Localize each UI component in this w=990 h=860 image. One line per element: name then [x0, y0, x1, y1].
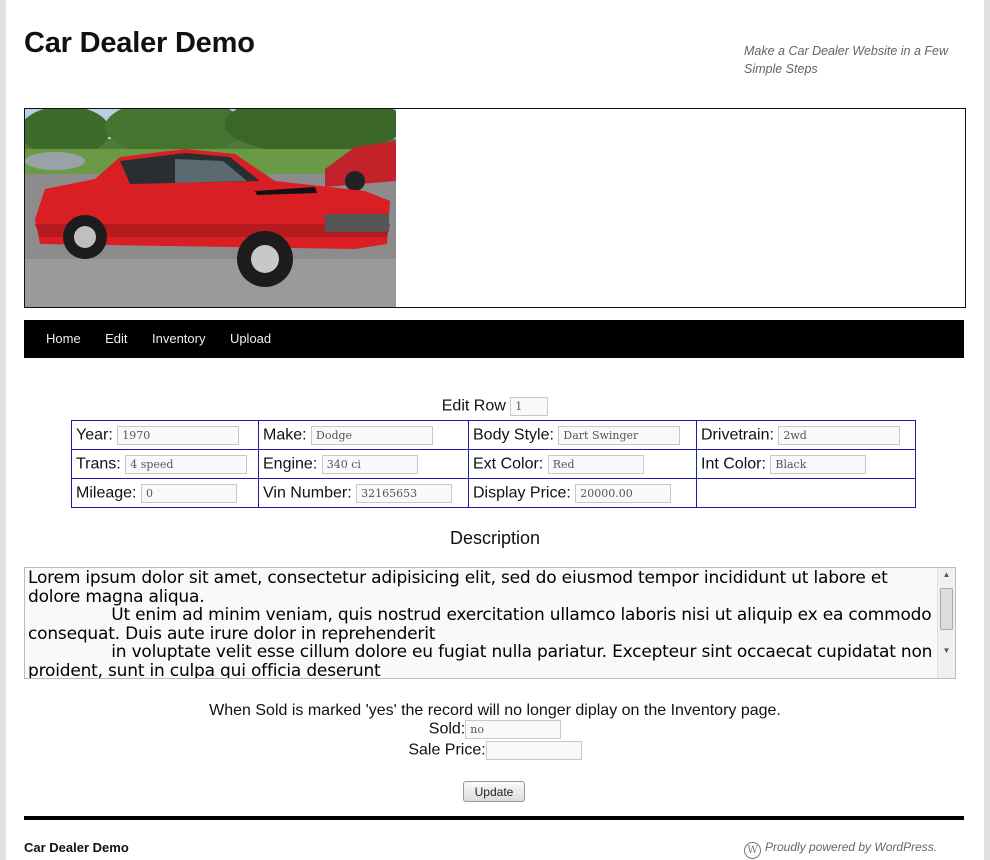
table-cell: Body Style: — [468, 420, 697, 450]
footer-credit[interactable]: W Proudly powered by WordPress. — [744, 840, 937, 859]
engine-input[interactable] — [321, 454, 418, 474]
update-button[interactable]: Update — [463, 781, 525, 802]
mileage-input[interactable] — [140, 483, 237, 503]
footer-credit-text[interactable]: Proudly powered by WordPress. — [765, 840, 937, 854]
sold-note: When Sold is marked 'yes' the record wil… — [209, 702, 781, 719]
table-cell: Engine: — [258, 449, 469, 479]
footer-divider — [24, 816, 964, 820]
table-cell: Drivetrain: — [696, 420, 916, 450]
table-cell-empty — [696, 478, 916, 508]
table-row: Mileage: Vin Number: Display Price: — [71, 478, 916, 508]
edit-row-selector: Edit Row — [6, 397, 984, 416]
mileage-label: Mileage: — [76, 484, 137, 502]
table-cell: Ext Color: — [468, 449, 697, 479]
table-cell: Trans: — [71, 449, 259, 479]
trans-label: Trans: — [76, 455, 121, 473]
table-row: Year: Make: Body Style: Drivetrain: — [71, 420, 916, 450]
sold-input[interactable] — [465, 720, 562, 739]
vin-input[interactable] — [356, 483, 453, 503]
int-color-input[interactable] — [770, 454, 867, 474]
page: Car Dealer Demo Make a Car Dealer Websit… — [6, 0, 984, 860]
int-color-label: Int Color: — [701, 455, 766, 473]
nav-inventory[interactable]: Inventory — [152, 320, 205, 358]
main-nav: Home Edit Inventory Upload — [24, 320, 964, 358]
description-textarea[interactable]: Lorem ipsum dolor sit amet, consectetur … — [24, 567, 956, 679]
sale-price-input[interactable] — [485, 741, 582, 760]
trans-input[interactable] — [125, 454, 248, 474]
description-heading: Description — [449, 528, 541, 548]
scroll-up-icon[interactable]: ▲ — [938, 568, 955, 582]
table-cell: Display Price: — [468, 478, 697, 508]
table-cell: Mileage: — [71, 478, 259, 508]
sold-label: Sold: — [428, 720, 466, 738]
textarea-scrollbar[interactable]: ▲ ▼ — [937, 568, 955, 678]
site-description: Make a Car Dealer Website in a Few Simpl… — [744, 44, 949, 76]
table-row: Trans: Engine: Ext Color: Int Color: — [71, 449, 916, 479]
edit-row-input[interactable] — [510, 397, 549, 416]
scroll-down-icon[interactable]: ▼ — [938, 644, 955, 658]
car-photo — [25, 109, 396, 307]
scrollbar-thumb[interactable] — [940, 588, 953, 630]
drivetrain-label: Drivetrain: — [701, 426, 774, 444]
make-label: Make: — [263, 426, 307, 444]
table-cell: Year: — [71, 420, 259, 450]
body-style-input[interactable] — [558, 425, 681, 445]
description-text[interactable]: Lorem ipsum dolor sit amet, consectetur … — [28, 569, 938, 678]
edit-row-label: Edit Row — [441, 397, 506, 415]
wordpress-icon: W — [744, 842, 761, 859]
table-cell: Int Color: — [696, 449, 916, 479]
drivetrain-input[interactable] — [778, 425, 901, 445]
vehicle-fields-table: Year: Make: Body Style: Drivetrain: Tran… — [71, 420, 916, 508]
nav-edit[interactable]: Edit — [105, 320, 127, 358]
year-input[interactable] — [117, 425, 240, 445]
footer-site-title[interactable]: Car Dealer Demo — [24, 840, 129, 855]
header-banner — [24, 108, 966, 308]
display-price-input[interactable] — [575, 483, 672, 503]
year-label: Year: — [76, 426, 113, 444]
table-cell: Vin Number: — [258, 478, 469, 508]
sale-price-label: Sale Price: — [408, 741, 486, 759]
engine-label: Engine: — [263, 455, 318, 473]
sale-price-row: Sale Price: — [6, 741, 984, 760]
nav-home[interactable]: Home — [46, 320, 81, 358]
make-input[interactable] — [311, 425, 434, 445]
table-cell: Make: — [258, 420, 469, 450]
sold-row: Sold: — [6, 720, 984, 739]
ext-color-label: Ext Color: — [473, 455, 544, 473]
nav-upload[interactable]: Upload — [230, 320, 271, 358]
display-price-label: Display Price: — [473, 484, 571, 502]
vin-label: Vin Number: — [263, 484, 352, 502]
ext-color-input[interactable] — [547, 454, 644, 474]
body-style-label: Body Style: — [473, 426, 554, 444]
site-title[interactable]: Car Dealer Demo — [24, 27, 255, 60]
